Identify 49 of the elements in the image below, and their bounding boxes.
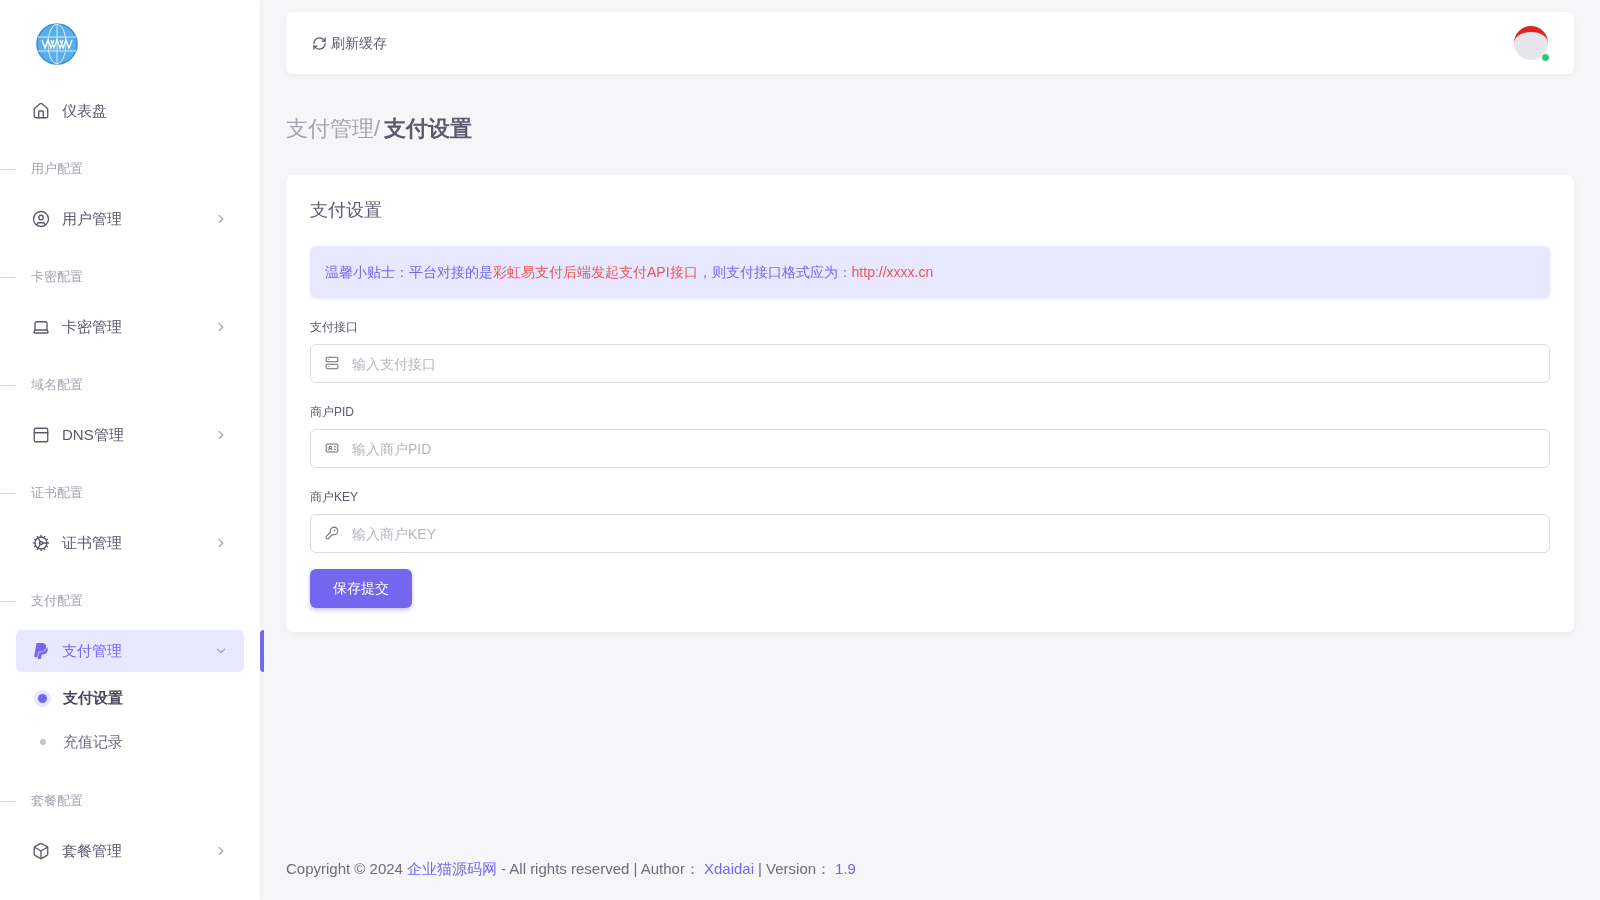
nav-group[interactable]: 套餐管理 [16, 830, 244, 872]
section-label: 支付配置 [31, 592, 83, 611]
footer-text: - All rights reserved | Author： [500, 858, 700, 879]
page-title: 支付设置 [384, 115, 473, 143]
field-label: 商户PID [310, 404, 355, 421]
home-icon [32, 102, 50, 120]
nav-subitem[interactable]: 充值记录 [0, 720, 260, 764]
input-field[interactable]: 输入支付接口 [310, 344, 1550, 383]
id-card-icon [325, 441, 339, 455]
save-submit-button[interactable]: 保存提交 [310, 569, 412, 608]
footer-link[interactable]: Xdaidai [703, 857, 754, 880]
highlighted-tip-text: http://xxxx.cn [851, 263, 934, 280]
nav-group[interactable]: DNS管理 [16, 414, 244, 456]
footer-text: Copyright © 2024 [286, 858, 403, 879]
window-icon [32, 426, 50, 444]
nav-link[interactable]: 仪表盘 [16, 90, 244, 132]
user-circle-icon [32, 210, 50, 228]
highlighted-tip-text: 彩虹易支付后端发起支付API接口 [493, 263, 698, 280]
footer-link[interactable]: 1.9 [835, 857, 856, 880]
section-label: 证书配置 [31, 484, 83, 503]
user-avatar[interactable] [1514, 26, 1548, 60]
section-label: 用户配置 [31, 160, 83, 179]
laptop-icon [32, 318, 50, 336]
footer-text: | Version： [758, 858, 832, 879]
tip-text: 温馨小贴士：平台对接的是 [325, 263, 493, 280]
key-icon [325, 526, 339, 540]
section-label: 域名配置 [31, 376, 83, 395]
card-title: 支付设置 [310, 199, 383, 222]
section-label: 卡密配置 [31, 268, 83, 287]
field-label: 支付接口 [310, 319, 359, 336]
active-indicator [260, 630, 264, 672]
nav-group[interactable]: 用户管理 [16, 198, 244, 240]
nav-subitem[interactable]: 支付设置 [0, 676, 260, 720]
globe-logo-icon [36, 23, 78, 65]
p-letter-icon [32, 642, 50, 660]
tip-text: ，则支付接口格式应为： [697, 263, 852, 280]
refresh-icon [312, 35, 327, 51]
input-field[interactable]: 输入商户KEY [310, 514, 1550, 553]
cog-icon [32, 534, 50, 552]
input-field[interactable]: 输入商户PID [310, 429, 1550, 468]
field-label: 商户KEY [310, 489, 359, 506]
box-icon [32, 842, 50, 860]
footer-link[interactable]: 企业猫源码网 [406, 857, 497, 880]
refresh-cache-button[interactable]: 刷新缓存 [312, 32, 387, 54]
nav-group[interactable]: 支付管理 [16, 630, 244, 672]
nav-group[interactable]: 卡密管理 [16, 306, 244, 348]
server-icon [325, 356, 339, 370]
nav-group[interactable]: 证书管理 [16, 522, 244, 564]
section-label: 套餐配置 [31, 792, 83, 811]
